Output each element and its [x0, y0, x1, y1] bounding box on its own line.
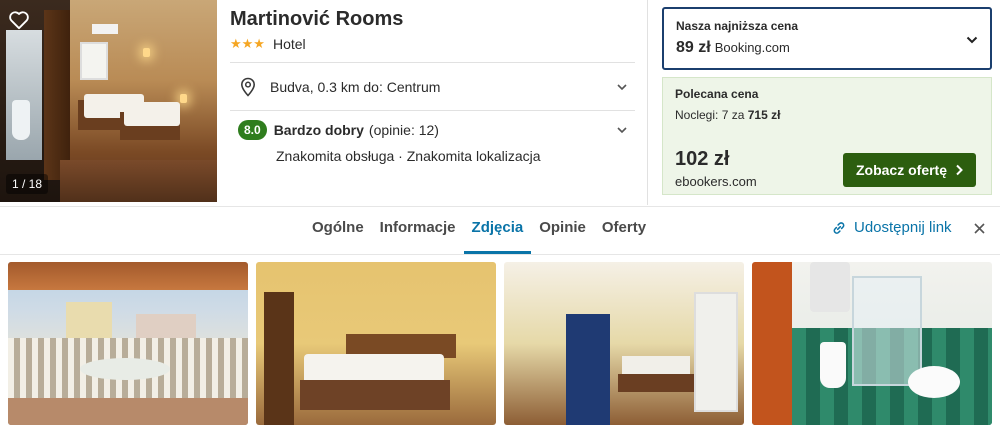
lowest-price-label: Nasza najniższa cena — [676, 19, 799, 33]
close-button[interactable] — [971, 219, 987, 237]
map-pin-icon — [240, 77, 256, 97]
gallery-photo-room[interactable] — [504, 262, 744, 425]
chevron-down-icon — [617, 127, 627, 134]
recommended-label: Polecana cena — [675, 87, 759, 101]
tab-offers[interactable]: Oferty — [594, 212, 654, 254]
gallery-photo-balcony[interactable] — [8, 262, 248, 425]
favorite-button[interactable] — [7, 8, 31, 32]
divider — [230, 110, 635, 111]
recommended-provider: ebookers.com — [675, 174, 757, 189]
chevron-right-icon — [956, 164, 963, 176]
hotel-name[interactable]: Martinović Rooms — [230, 8, 403, 31]
recommended-price: 102 zł — [675, 148, 730, 170]
hero-photo-bed — [124, 102, 180, 126]
hero-photo-bathroom — [6, 30, 42, 160]
hero-photo-toilet — [12, 100, 30, 140]
lowest-price-provider: Booking.com — [714, 40, 790, 55]
hero-photo-floor — [60, 160, 217, 202]
rating-label: Bardzo dobry — [273, 122, 364, 138]
nights-info: Noclegi: 7 za 715 zł — [675, 108, 979, 122]
rating-highlights: Znakomita obsługa · Znakomita lokalizacj… — [276, 148, 541, 164]
lowest-price: 89 zł Booking.com — [676, 39, 978, 57]
photo-balcony-door — [694, 292, 738, 412]
photo-gallery — [8, 262, 992, 425]
chevron-down-icon — [617, 84, 627, 91]
gallery-photo-bathroom[interactable] — [752, 262, 992, 425]
chevron-down-icon — [966, 36, 978, 44]
photo-roof — [8, 262, 248, 290]
close-icon — [973, 222, 985, 234]
heart-outline-icon — [9, 11, 29, 30]
divider — [0, 254, 1000, 255]
nights-total: 715 zł — [747, 108, 781, 122]
rating-badge: 8.0 — [238, 120, 267, 140]
divider — [230, 62, 635, 63]
photo-floor — [8, 398, 248, 425]
rating-row[interactable]: 8.0 Bardzo dobry (opinie: 12) — [238, 120, 635, 140]
photo-wall — [752, 262, 792, 425]
location-row[interactable]: Budva, 0.3 km do: Centrum — [240, 70, 635, 104]
hero-photo-lamp — [143, 48, 150, 57]
divider — [647, 0, 648, 205]
link-icon — [833, 221, 845, 234]
lowest-price-dropdown[interactable]: Nasza najniższa cena 89 zł Booking.com — [662, 7, 992, 70]
lowest-price-value: 89 zł — [676, 39, 711, 56]
hero-photo-lamp — [180, 94, 187, 103]
hero-photo-window — [80, 42, 108, 80]
photo-table — [80, 358, 170, 380]
hero-photo-ac — [92, 24, 118, 34]
nights-prefix: Noclegi: 7 za — [675, 108, 745, 122]
photo-toilet — [820, 342, 846, 388]
tab-reviews[interactable]: Opinie — [531, 212, 594, 254]
share-link-button[interactable]: Udostępnij link — [832, 219, 952, 236]
view-offer-button[interactable]: Zobacz ofertę — [843, 153, 976, 187]
location-text: Budva, 0.3 km do: Centrum — [270, 79, 441, 95]
photo-blanket — [300, 380, 450, 410]
hotel-class: ★★★ Hotel — [230, 36, 306, 52]
view-offer-label: Zobacz ofertę — [855, 162, 947, 178]
photo-water-heater — [810, 262, 850, 312]
photo-shower — [852, 276, 922, 386]
photo-sink — [908, 366, 960, 398]
detail-tabs: Ogólne Informacje Zdjęcia Opinie Oferty — [304, 212, 654, 254]
photo-door — [566, 314, 610, 425]
photo-counter: 1 / 18 — [6, 174, 49, 194]
share-link-label: Udostępnij link — [854, 219, 952, 236]
photo-blanket — [618, 374, 694, 392]
star-rating: ★★★ — [230, 36, 265, 51]
divider — [0, 206, 1000, 207]
photo-door — [264, 292, 294, 425]
tab-photos[interactable]: Zdjęcia — [463, 212, 532, 254]
recommended-price-box: Polecana cena Noclegi: 7 za 715 zł 102 z… — [662, 77, 992, 195]
hero-photo-door — [44, 10, 70, 180]
tab-general[interactable]: Ogólne — [304, 212, 372, 254]
rating-count: (opinie: 12) — [368, 122, 439, 138]
gallery-photo-bedroom[interactable] — [256, 262, 496, 425]
hotel-type: Hotel — [272, 36, 306, 52]
hero-photo[interactable]: 1 / 18 — [0, 0, 217, 202]
tab-info[interactable]: Informacje — [372, 212, 464, 254]
